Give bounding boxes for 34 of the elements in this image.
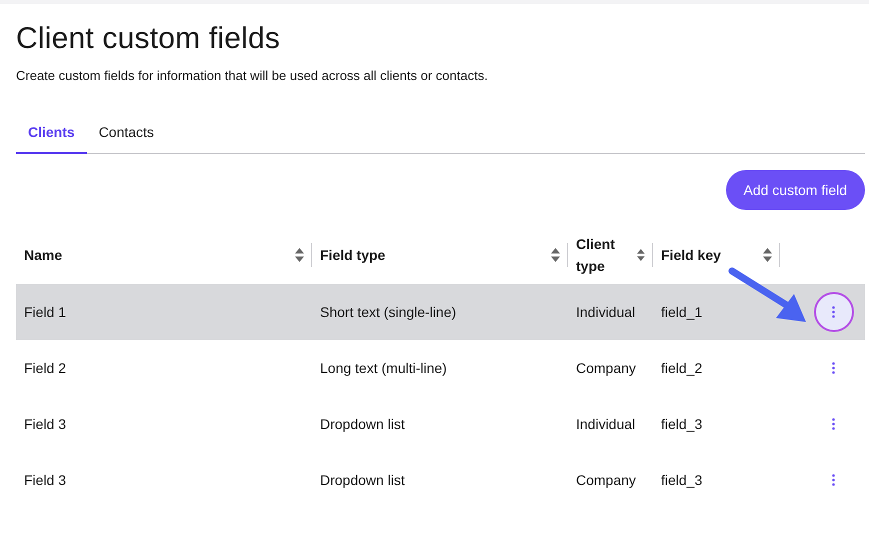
sort-icon[interactable] [295, 248, 304, 262]
column-header: Field type [320, 246, 386, 265]
sort-icon[interactable] [551, 248, 560, 262]
table-cell: Field 1 [24, 304, 66, 320]
more-options-button[interactable] [814, 292, 854, 332]
page-title: Client custom fields [16, 22, 280, 56]
tab[interactable]: Contacts [86, 124, 166, 154]
table-cell: field_3 [661, 416, 702, 432]
table-cell: Dropdown list [320, 472, 405, 488]
table-cell: Short text (single-line) [320, 304, 456, 320]
more-icon [832, 474, 835, 486]
sort-icon[interactable] [637, 248, 645, 262]
more-icon [832, 306, 835, 318]
table-cell: field_1 [661, 304, 702, 320]
tab[interactable]: Clients [16, 124, 87, 154]
page-subtitle: Create custom fields for information that will be used across all clients or contacts. [16, 68, 488, 83]
sort-icon[interactable] [763, 248, 772, 262]
table-cell: Field 3 [24, 472, 66, 488]
column-header: Field key [661, 246, 721, 265]
table-cell: field_3 [661, 472, 702, 488]
table-cell: Field 3 [24, 416, 66, 432]
table-cell: Dropdown list [320, 416, 405, 432]
add-custom-field-button[interactable]: Add custom field [726, 170, 865, 210]
table-cell: Company [576, 472, 636, 488]
column-header: Name [24, 246, 62, 265]
table-cell: Company [576, 360, 636, 376]
table-cell: Individual [576, 304, 636, 320]
table-cell: Individual [576, 416, 636, 432]
more-icon [832, 418, 835, 430]
more-icon [832, 362, 835, 374]
table-cell: field_2 [661, 360, 702, 376]
table-cell: Long text (multi-line) [320, 360, 447, 376]
table-cell: Field 2 [24, 360, 66, 376]
column-header: Client type [576, 235, 616, 276]
